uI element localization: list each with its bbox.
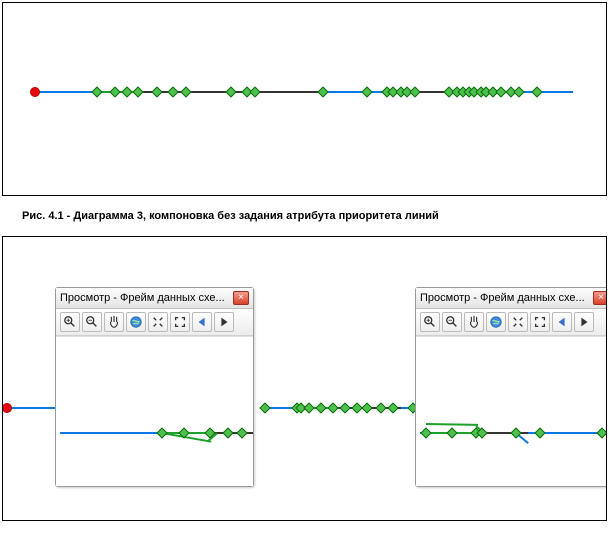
pan-button[interactable] [464,312,484,332]
zoom-full-button[interactable] [170,312,190,332]
preview-titlebar[interactable]: Просмотр - Фрейм данных схе...× [56,288,253,309]
node-diamond [222,427,233,438]
slope-green [426,423,478,426]
node-diamond [315,402,326,413]
node-diamond [167,86,178,97]
node-diamond [409,86,420,97]
node-diamond [151,86,162,97]
zoom-out-button[interactable] [82,312,102,332]
node-diamond [596,427,607,438]
node-diamond [180,86,191,97]
figure-caption: Рис. 4.1 - Диаграмма 3, компоновка без з… [22,210,609,222]
zoom-full-button[interactable] [530,312,550,332]
globe-button[interactable] [486,312,506,332]
zoom-in-button[interactable] [60,312,80,332]
preview-canvas [56,336,253,486]
node-diamond [236,427,247,438]
line-blue [5,407,55,409]
node-diamond [317,86,328,97]
node-diamond [121,86,132,97]
node-diamond [91,86,102,97]
zoom-fit-button[interactable] [148,312,168,332]
arrow-right-button[interactable] [214,312,234,332]
node-diamond [420,427,431,438]
node-diamond [225,86,236,97]
panel-bottom: Просмотр - Фрейм данных схе...×Просмотр … [2,236,607,521]
zoom-in-button[interactable] [420,312,440,332]
node-diamond [156,427,167,438]
node-diamond [132,86,143,97]
node-red [30,87,40,97]
node-diamond [327,402,338,413]
close-button[interactable]: × [593,291,607,305]
node-diamond [361,86,372,97]
node-diamond [249,86,260,97]
arrow-left-button[interactable] [552,312,572,332]
zoom-fit-button[interactable] [508,312,528,332]
globe-button[interactable] [126,312,146,332]
node-diamond [446,427,457,438]
node-diamond [259,402,270,413]
node-diamond [513,86,524,97]
preview-title: Просмотр - Фрейм данных схе... [60,292,233,304]
node-diamond [303,402,314,413]
preview-window: Просмотр - Фрейм данных схе...× [415,287,607,487]
node-diamond [387,402,398,413]
node-diamond [109,86,120,97]
node-red [2,403,12,413]
preview-window: Просмотр - Фрейм данных схе...× [55,287,254,487]
close-button[interactable]: × [233,291,249,305]
preview-toolbar [56,309,253,336]
panel-top [2,2,607,196]
node-diamond [531,86,542,97]
arrow-left-button[interactable] [192,312,212,332]
preview-canvas [416,336,607,486]
pan-button[interactable] [104,312,124,332]
node-diamond [534,427,545,438]
preview-toolbar [416,309,607,336]
preview-title: Просмотр - Фрейм данных схе... [420,292,593,304]
zoom-out-button[interactable] [442,312,462,332]
node-diamond [361,402,372,413]
arrow-right-button[interactable] [574,312,594,332]
node-diamond [375,402,386,413]
node-diamond [339,402,350,413]
preview-titlebar[interactable]: Просмотр - Фрейм данных схе...× [416,288,607,309]
